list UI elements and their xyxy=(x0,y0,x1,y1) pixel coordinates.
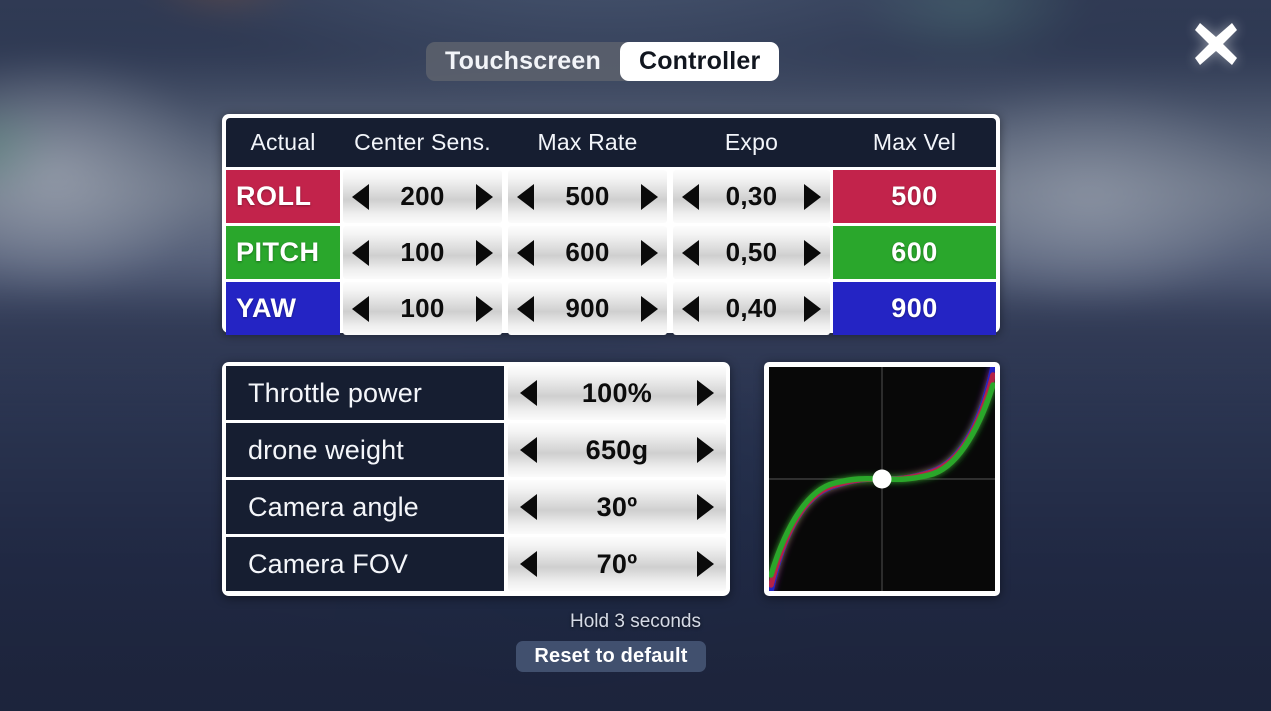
left-arrow-icon[interactable] xyxy=(352,239,369,266)
value-camera-fov: 70º xyxy=(596,548,638,579)
value-yaw-max-rate: 900 xyxy=(565,293,610,323)
tab-touchscreen[interactable]: Touchscreen xyxy=(426,42,620,81)
axis-table-header: Actual Center Sens. Max Rate Expo Max Ve… xyxy=(226,118,996,167)
value-yaw-center-sens: 100 xyxy=(400,293,445,323)
left-arrow-icon[interactable] xyxy=(520,494,537,520)
value-yaw-expo: 0,40 xyxy=(725,293,778,323)
table-row: ROLL 200 500 0,30 500 xyxy=(226,170,996,223)
list-item: Camera FOV 70º xyxy=(226,537,726,591)
left-arrow-icon[interactable] xyxy=(520,380,537,406)
stepper-pitch-expo[interactable]: 0,50 xyxy=(670,226,833,279)
app-screen: Touchscreen Controller Actual Center Sen… xyxy=(0,0,1271,711)
value-pitch-max-rate: 600 xyxy=(565,237,610,267)
axis-label-yaw: YAW xyxy=(226,282,340,335)
right-arrow-icon[interactable] xyxy=(697,494,714,520)
right-arrow-icon[interactable] xyxy=(641,295,658,322)
stepper-yaw-max-rate[interactable]: 900 xyxy=(505,282,670,335)
list-item: Throttle power 100% xyxy=(226,366,726,420)
curve-center-dot xyxy=(872,469,892,489)
value-pitch-center-sens: 100 xyxy=(400,237,445,267)
label-camera-angle: Camera angle xyxy=(226,480,504,534)
header-actual: Actual xyxy=(250,129,316,155)
value-roll-max-rate: 500 xyxy=(565,181,610,211)
value-drone-weight: 650g xyxy=(585,434,649,465)
table-row: PITCH 100 600 0,50 600 xyxy=(226,226,996,279)
stepper-pitch-center-sens[interactable]: 100 xyxy=(340,226,505,279)
stepper-pitch-max-rate[interactable]: 600 xyxy=(505,226,670,279)
left-arrow-icon[interactable] xyxy=(352,295,369,322)
tab-controller[interactable]: Controller xyxy=(619,42,780,81)
table-row: YAW 100 900 0,40 900 xyxy=(226,282,996,335)
stepper-yaw-center-sens[interactable]: 100 xyxy=(340,282,505,335)
hold-hint-label: Hold 3 seconds xyxy=(570,611,701,632)
left-arrow-icon[interactable] xyxy=(520,437,537,463)
right-arrow-icon[interactable] xyxy=(697,551,714,577)
header-max-rate: Max Rate xyxy=(537,129,638,155)
right-arrow-icon[interactable] xyxy=(476,239,493,266)
right-arrow-icon[interactable] xyxy=(804,295,821,322)
right-arrow-icon[interactable] xyxy=(804,239,821,266)
mode-toggle[interactable]: Touchscreen Controller xyxy=(426,42,780,81)
right-arrow-icon[interactable] xyxy=(641,183,658,210)
stepper-roll-expo[interactable]: 0,30 xyxy=(670,170,833,223)
right-arrow-icon[interactable] xyxy=(476,295,493,322)
stepper-camera-fov[interactable]: 70º xyxy=(504,537,726,591)
stepper-roll-max-rate[interactable]: 500 xyxy=(505,170,670,223)
value-yaw-max-vel: 900 xyxy=(833,282,996,335)
stepper-yaw-expo[interactable]: 0,40 xyxy=(670,282,833,335)
value-roll-expo: 0,30 xyxy=(725,181,778,211)
background-dim-overlay xyxy=(0,0,1271,711)
right-arrow-icon[interactable] xyxy=(804,183,821,210)
drone-settings-panel: Throttle power 100% drone weight 650g Ca xyxy=(222,362,730,596)
value-throttle-power: 100% xyxy=(581,377,653,408)
label-throttle-power: Throttle power xyxy=(226,366,504,420)
right-arrow-icon[interactable] xyxy=(476,183,493,210)
header-center-sens: Center Sens. xyxy=(354,129,491,155)
rate-curve-graph xyxy=(769,367,995,591)
value-pitch-max-vel: 600 xyxy=(833,226,996,279)
reset-to-default-button[interactable]: Reset to default xyxy=(516,641,706,672)
axis-rates-panel: Actual Center Sens. Max Rate Expo Max Ve… xyxy=(222,114,1000,335)
stepper-camera-angle[interactable]: 30º xyxy=(504,480,726,534)
value-roll-center-sens: 200 xyxy=(400,181,445,211)
left-arrow-icon[interactable] xyxy=(517,183,534,210)
label-drone-weight: drone weight xyxy=(226,423,504,477)
left-arrow-icon[interactable] xyxy=(682,183,699,210)
curve-svg xyxy=(769,367,995,591)
left-arrow-icon[interactable] xyxy=(517,295,534,322)
right-arrow-icon[interactable] xyxy=(697,380,714,406)
label-camera-fov: Camera FOV xyxy=(226,537,504,591)
value-camera-angle: 30º xyxy=(596,491,638,522)
rate-curve-panel xyxy=(764,362,1000,596)
value-roll-max-vel: 500 xyxy=(833,170,996,223)
left-arrow-icon[interactable] xyxy=(517,239,534,266)
value-pitch-expo: 0,50 xyxy=(725,237,778,267)
stepper-drone-weight[interactable]: 650g xyxy=(504,423,726,477)
list-item: Camera angle 30º xyxy=(226,480,726,534)
header-max-vel: Max Vel xyxy=(872,129,957,155)
right-arrow-icon[interactable] xyxy=(641,239,658,266)
list-item: drone weight 650g xyxy=(226,423,726,477)
left-arrow-icon[interactable] xyxy=(682,239,699,266)
left-arrow-icon[interactable] xyxy=(352,183,369,210)
axis-label-pitch: PITCH xyxy=(226,226,340,279)
close-icon xyxy=(1188,16,1244,72)
header-expo: Expo xyxy=(724,129,779,155)
stepper-roll-center-sens[interactable]: 200 xyxy=(340,170,505,223)
left-arrow-icon[interactable] xyxy=(682,295,699,322)
left-arrow-icon[interactable] xyxy=(520,551,537,577)
axis-label-roll: ROLL xyxy=(226,170,340,223)
close-button[interactable] xyxy=(1188,16,1244,72)
stepper-throttle-power[interactable]: 100% xyxy=(504,366,726,420)
right-arrow-icon[interactable] xyxy=(697,437,714,463)
